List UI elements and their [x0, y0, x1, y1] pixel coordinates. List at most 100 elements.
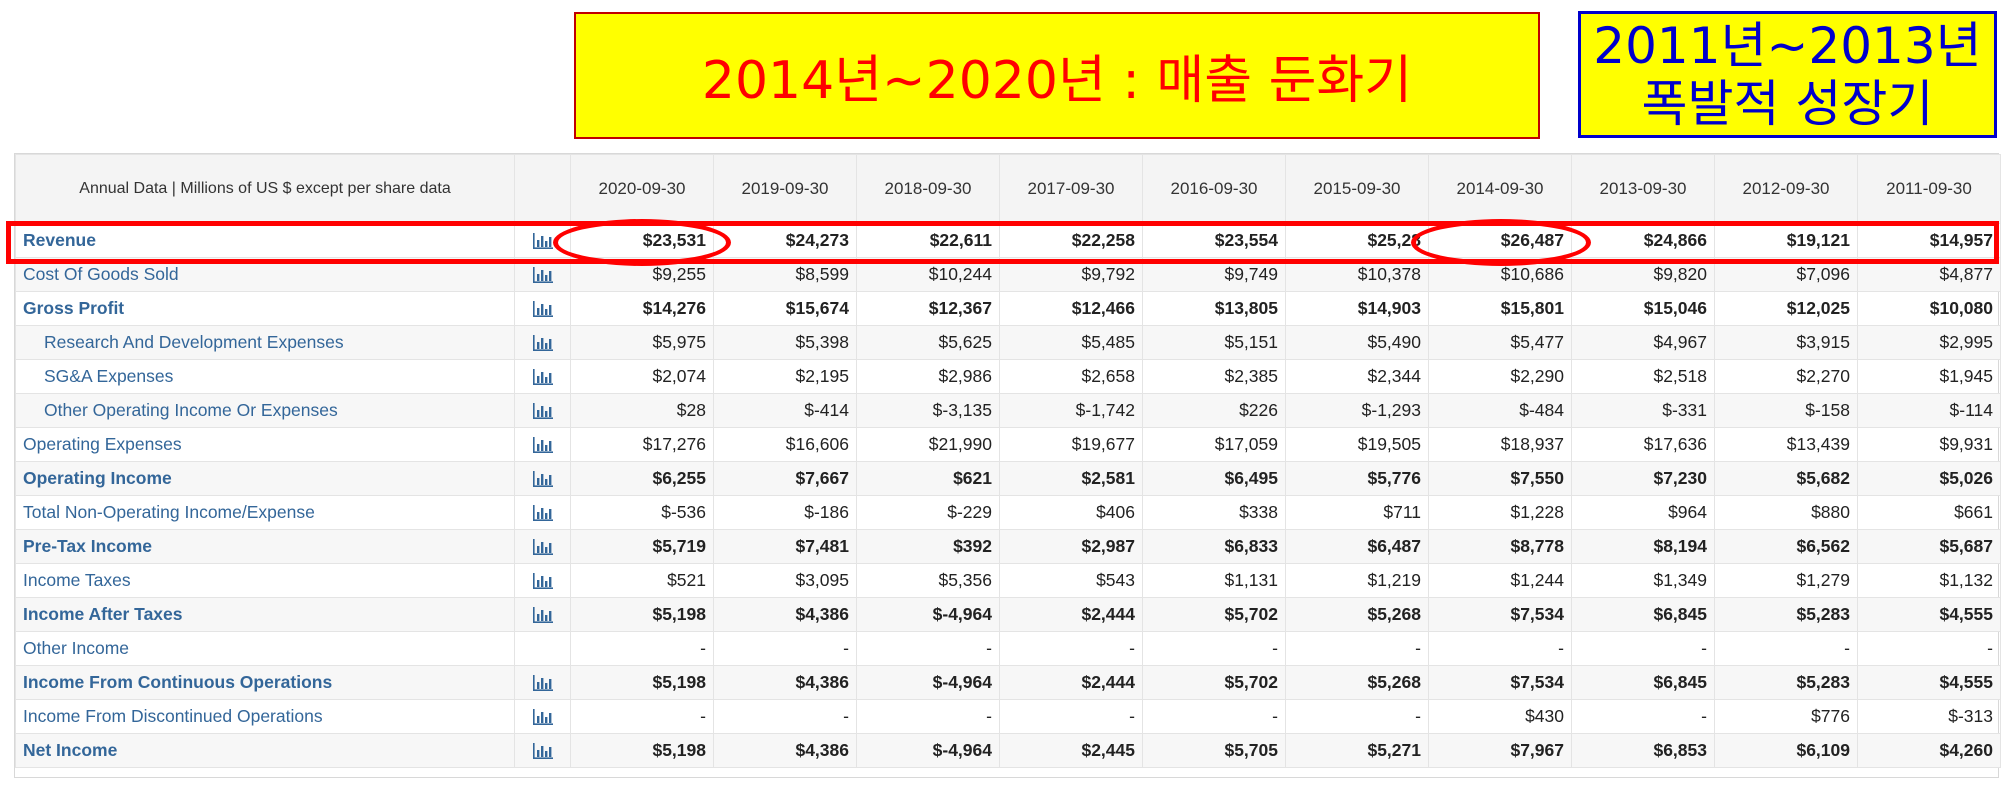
- table-row: Income After Taxes $5,198 $4,386 $-4,964 $2,…: [15, 597, 2001, 632]
- annual-data-table-panel: Annual Data | Millions of US $ except pe…: [14, 153, 2001, 778]
- row-label[interactable]: Operating Income: [15, 461, 515, 496]
- value-cell: $2,995: [1857, 325, 2001, 360]
- row-label[interactable]: Income From Discontinued Operations: [15, 699, 515, 734]
- value-cell: $7,550: [1428, 461, 1572, 496]
- value-cell: -: [713, 631, 857, 666]
- value-cell: $13,805: [1142, 291, 1286, 326]
- year-column-header[interactable]: 2011-09-30: [1857, 154, 2001, 224]
- row-label[interactable]: Research And Development Expenses: [15, 325, 515, 360]
- table-row: Income From Discontinued Operations - - - - -…: [15, 699, 2001, 734]
- chart-icon-cell[interactable]: [514, 223, 571, 258]
- year-column-header[interactable]: 2013-09-30: [1571, 154, 1715, 224]
- value-cell: $3,095: [713, 563, 857, 598]
- value-cell: $7,667: [713, 461, 857, 496]
- value-cell: $880: [1714, 495, 1858, 530]
- value-cell: $15,801: [1428, 291, 1572, 326]
- year-column-header[interactable]: 2012-09-30: [1714, 154, 1858, 224]
- chart-icon-cell[interactable]: [514, 495, 571, 530]
- bar-chart-icon[interactable]: [532, 300, 554, 318]
- bar-chart-icon[interactable]: [532, 368, 554, 386]
- table-row: Operating Income $6,255 $7,667 $621 $2,581 $6…: [15, 461, 2001, 496]
- value-cell: $4,386: [713, 597, 857, 632]
- row-label[interactable]: Other Operating Income Or Expenses: [15, 393, 515, 428]
- value-cell: $6,845: [1571, 597, 1715, 632]
- chart-icon-cell[interactable]: [514, 665, 571, 700]
- value-cell: $5,477: [1428, 325, 1572, 360]
- bar-chart-icon[interactable]: [532, 232, 554, 250]
- bar-chart-icon[interactable]: [532, 504, 554, 522]
- year-column-header[interactable]: 2015-09-30: [1285, 154, 1429, 224]
- bar-chart-icon[interactable]: [532, 470, 554, 488]
- row-label[interactable]: Pre-Tax Income: [15, 529, 515, 564]
- value-cell: $22,611: [856, 223, 1000, 258]
- bar-chart-icon[interactable]: [532, 606, 554, 624]
- value-cell: $16,606: [713, 427, 857, 462]
- table-row: Pre-Tax Income $5,719 $7,481 $392 $2,987 $6,8…: [15, 529, 2001, 564]
- table-body: Revenue $23,531 $24,273 $22,611 $22,258 $23,5…: [15, 223, 2001, 768]
- value-cell: $23,531: [570, 223, 714, 258]
- bar-chart-icon[interactable]: [532, 334, 554, 352]
- year-column-header[interactable]: 2018-09-30: [856, 154, 1000, 224]
- value-cell: $24,866: [1571, 223, 1715, 258]
- value-cell: $2,581: [999, 461, 1143, 496]
- row-label[interactable]: Income After Taxes: [15, 597, 515, 632]
- value-cell: $17,059: [1142, 427, 1286, 462]
- chart-icon-cell[interactable]: [514, 529, 571, 564]
- row-label[interactable]: Total Non-Operating Income/Expense: [15, 495, 515, 530]
- bar-chart-icon[interactable]: [532, 436, 554, 454]
- bar-chart-icon[interactable]: [532, 402, 554, 420]
- year-column-header[interactable]: 2019-09-30: [713, 154, 857, 224]
- bar-chart-icon[interactable]: [532, 538, 554, 556]
- value-cell: $25,28: [1285, 223, 1429, 258]
- bar-chart-icon[interactable]: [532, 674, 554, 692]
- chart-icon-cell[interactable]: [514, 427, 571, 462]
- value-cell: $14,957: [1857, 223, 2001, 258]
- value-cell: -: [1285, 631, 1429, 666]
- chart-icon-cell[interactable]: [514, 257, 571, 292]
- row-label[interactable]: Operating Expenses: [15, 427, 515, 462]
- chart-icon-cell[interactable]: [514, 359, 571, 394]
- row-label[interactable]: Net Income: [15, 733, 515, 768]
- chart-icon-cell[interactable]: [514, 733, 571, 768]
- bar-chart-icon[interactable]: [532, 742, 554, 760]
- bar-chart-icon[interactable]: [532, 708, 554, 726]
- chart-icon-cell[interactable]: [514, 291, 571, 326]
- value-cell: $1,945: [1857, 359, 2001, 394]
- value-cell: $5,687: [1857, 529, 2001, 564]
- year-column-header[interactable]: 2017-09-30: [999, 154, 1143, 224]
- bar-chart-icon[interactable]: [532, 572, 554, 590]
- value-cell: $5,975: [570, 325, 714, 360]
- chart-icon-cell[interactable]: [514, 461, 571, 496]
- value-cell: $5,702: [1142, 665, 1286, 700]
- table-row: Research And Development Expenses $5,975 $…: [15, 325, 2001, 360]
- row-label[interactable]: Other Income: [15, 631, 515, 666]
- value-cell: $6,845: [1571, 665, 1715, 700]
- value-cell: $2,444: [999, 597, 1143, 632]
- value-cell: $2,444: [999, 665, 1143, 700]
- value-cell: -: [1571, 699, 1715, 734]
- value-cell: $12,367: [856, 291, 1000, 326]
- row-label[interactable]: Income From Continuous Operations: [15, 665, 515, 700]
- table-row: Other Income - - - - - - - - - -: [15, 631, 2001, 666]
- chart-icon-cell[interactable]: [514, 699, 571, 734]
- chart-icon-cell[interactable]: [514, 325, 571, 360]
- value-cell: $-1,293: [1285, 393, 1429, 428]
- row-label[interactable]: Gross Profit: [15, 291, 515, 326]
- row-label[interactable]: SG&A Expenses: [15, 359, 515, 394]
- year-column-header[interactable]: 2016-09-30: [1142, 154, 1286, 224]
- chart-icon-cell[interactable]: [514, 597, 571, 632]
- chart-icon-cell[interactable]: [514, 563, 571, 598]
- value-cell: $2,195: [713, 359, 857, 394]
- year-column-header[interactable]: 2014-09-30: [1428, 154, 1572, 224]
- row-label[interactable]: Revenue: [15, 223, 515, 258]
- year-column-header[interactable]: 2020-09-30: [570, 154, 714, 224]
- bar-chart-icon[interactable]: [532, 266, 554, 284]
- row-label[interactable]: Income Taxes: [15, 563, 515, 598]
- value-cell: $621: [856, 461, 1000, 496]
- value-cell: -: [1142, 631, 1286, 666]
- row-label[interactable]: Cost Of Goods Sold: [15, 257, 515, 292]
- chart-icon-cell[interactable]: [514, 393, 571, 428]
- value-cell: $5,198: [570, 597, 714, 632]
- value-cell: $7,230: [1571, 461, 1715, 496]
- value-cell: $406: [999, 495, 1143, 530]
